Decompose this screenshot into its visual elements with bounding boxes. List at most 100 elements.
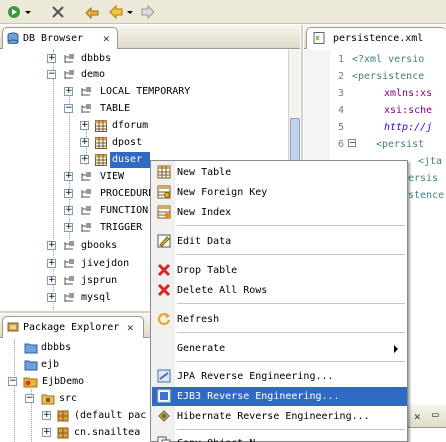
new-table-icon	[157, 165, 171, 179]
drop-icon	[157, 263, 171, 277]
history-icon[interactable]	[84, 4, 100, 20]
tree-item-label: LOCAL TEMPORARY	[100, 86, 191, 97]
menu-item-generate[interactable]: Generate	[152, 339, 407, 358]
fold-icon[interactable]: −	[348, 139, 356, 147]
collapse-icon[interactable]: −	[25, 394, 34, 403]
tree-item-label: jsprun	[81, 275, 118, 286]
menu-item-label: Copy Object N...	[177, 434, 273, 442]
schema-icon	[63, 53, 75, 65]
folder-icon	[80, 205, 92, 217]
edit-data-icon	[157, 234, 171, 248]
menu-item-label: New Table	[177, 167, 232, 178]
hibernate-icon	[157, 409, 171, 423]
dropdown-arrow-icon[interactable]	[24, 4, 32, 20]
expand-icon[interactable]: +	[64, 87, 73, 96]
tree-item-label: cn.snailtea	[74, 427, 141, 438]
close-icon[interactable]: ✕	[103, 32, 110, 45]
tab-db-browser-label: DB Browser	[23, 33, 84, 44]
collapse-icon[interactable]: −	[64, 104, 73, 113]
tab-persistence-xml[interactable]: persistence.xml	[306, 27, 446, 49]
expand-icon[interactable]: +	[42, 411, 51, 420]
schema-icon	[63, 69, 75, 81]
menu-item-copy-object[interactable]: Copy Object N...	[152, 434, 407, 442]
menu-item-new-index[interactable]: New Index	[152, 203, 407, 222]
menu-item-refresh[interactable]: Refresh	[152, 310, 407, 329]
menu-item-edit-data[interactable]: Edit Data	[152, 232, 407, 251]
collapse-icon[interactable]: −	[47, 70, 56, 79]
project-icon	[23, 375, 39, 389]
table-icon	[95, 154, 107, 166]
expand-icon[interactable]: +	[47, 293, 56, 302]
debug-icon[interactable]	[50, 4, 66, 20]
tree-item-label: dforum	[112, 120, 149, 131]
tab-package-explorer[interactable]: Package Explorer ✕	[2, 316, 144, 338]
delete-rows-icon	[157, 283, 171, 297]
xml-file-icon	[313, 32, 325, 44]
menu-item-jpa-reverse-engineering[interactable]: JPA Reverse Engineering...	[152, 367, 407, 386]
expand-icon[interactable]: +	[80, 155, 89, 164]
menu-item-hibernate-reverse-engineering[interactable]: Hibernate Reverse Engineering...	[152, 407, 407, 426]
collapse-icon[interactable]: −	[8, 377, 17, 386]
line-number: 1	[337, 54, 344, 65]
expand-icon[interactable]: +	[64, 223, 73, 232]
menu-item-new-foreign-key[interactable]: New Foreign Key	[152, 183, 407, 202]
package-icon	[57, 427, 69, 439]
forward-icon[interactable]	[140, 4, 156, 20]
expand-icon[interactable]: +	[64, 172, 73, 181]
menu-item-delete-all-rows[interactable]: Delete All Rows	[152, 281, 407, 300]
code-line: ersis	[408, 173, 439, 184]
tree-item-label: dpost	[112, 137, 143, 148]
menu-item-label: EJB3 Reverse Engineering...	[177, 391, 340, 402]
context-menu: New Table New Foreign Key New Index Edit…	[150, 160, 408, 442]
menu-item-drop-table[interactable]: Drop Table	[152, 261, 407, 280]
submenu-arrow-icon	[393, 345, 399, 353]
line-number: 2	[337, 71, 344, 82]
back-dropdown-icon[interactable]	[126, 4, 134, 20]
close-icon[interactable]: ✕	[127, 321, 134, 334]
tree-item-label: dbbbs	[41, 342, 72, 353]
run-icon[interactable]	[6, 4, 22, 20]
code-line: http://j	[384, 122, 433, 133]
refresh-icon	[157, 312, 171, 326]
expand-icon[interactable]: +	[47, 259, 56, 268]
folder-icon	[80, 171, 92, 183]
menu-item-ejb3-reverse-engineering[interactable]: EJB3 Reverse Engineering...	[152, 387, 407, 406]
schema-icon	[63, 258, 75, 270]
tab-db-browser[interactable]: DB Browser ✕	[2, 27, 118, 49]
index-icon	[157, 205, 171, 219]
table-icon	[95, 137, 107, 149]
expand-icon[interactable]: +	[47, 241, 56, 250]
minimize-icon[interactable]: ▭	[432, 408, 439, 421]
tree-item-label: ejb	[41, 359, 60, 370]
tab-package-explorer-label: Package Explorer	[23, 322, 120, 333]
expand-icon[interactable]: +	[80, 138, 89, 147]
jpa-icon	[157, 369, 171, 383]
close-icon[interactable]: ✕	[414, 410, 421, 423]
source-folder-icon	[41, 393, 55, 405]
expand-icon[interactable]: +	[42, 428, 51, 437]
schema-icon	[63, 240, 75, 252]
line-number: 4	[337, 105, 344, 116]
code-line: <?xml versio	[352, 54, 425, 65]
expand-icon[interactable]: +	[47, 54, 56, 63]
tree-item-label: src	[59, 393, 78, 404]
line-number: 6	[337, 139, 344, 150]
expand-icon[interactable]: +	[47, 276, 56, 285]
folder-icon	[24, 359, 38, 371]
menu-item-label: Generate	[177, 343, 226, 354]
menu-item-new-table[interactable]: New Table	[152, 163, 407, 182]
line-number: 3	[337, 88, 344, 99]
menu-item-label: Delete All Rows	[177, 285, 268, 296]
tree-item-label: EjbDemo	[42, 376, 85, 387]
foreign-key-icon	[157, 185, 171, 199]
line-number: 5	[337, 122, 344, 133]
folder-icon	[80, 188, 92, 200]
schema-icon	[80, 86, 92, 98]
expand-icon[interactable]: +	[64, 206, 73, 215]
expand-icon[interactable]: +	[80, 121, 89, 130]
menu-item-label: New Index	[177, 207, 232, 218]
back-icon[interactable]	[108, 4, 124, 20]
tree-item-label: (default pac	[74, 410, 147, 421]
expand-icon[interactable]: +	[64, 189, 73, 198]
code-line: <persist	[376, 139, 425, 150]
